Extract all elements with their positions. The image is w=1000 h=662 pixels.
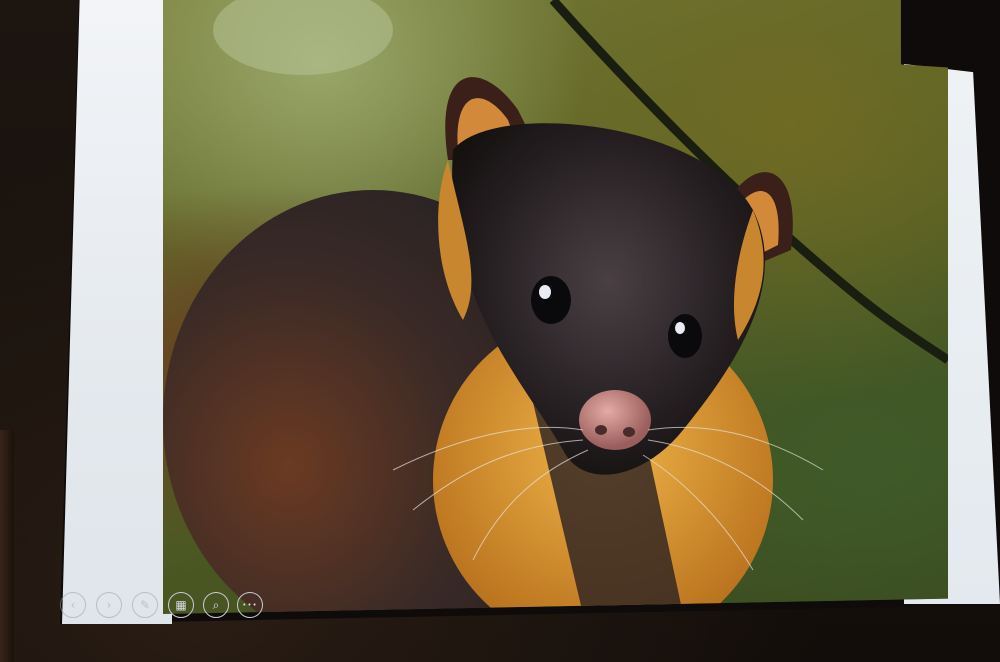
nose xyxy=(579,390,651,450)
more-options-button[interactable]: ••• xyxy=(237,592,263,618)
chevron-right-icon: › xyxy=(106,598,112,612)
right-eye xyxy=(668,314,702,358)
ellipsis-icon: ••• xyxy=(242,600,258,609)
slideshow-controls: ‹ › ✎ ▦ ⌕ ••• xyxy=(60,592,270,622)
pen-icon: ✎ xyxy=(139,598,151,612)
pen-tool-button[interactable]: ✎ xyxy=(132,592,158,618)
next-slide-button[interactable]: › xyxy=(96,592,122,618)
see-all-slides-button[interactable]: ▦ xyxy=(168,592,194,618)
slide-margin-left xyxy=(62,0,172,624)
leaf-blur xyxy=(213,0,393,75)
left-eye xyxy=(531,276,571,324)
marten-illustration xyxy=(163,0,948,614)
previous-slide-button[interactable]: ‹ xyxy=(60,592,86,618)
slides-grid-icon: ▦ xyxy=(175,598,187,612)
marten-photo xyxy=(163,0,948,614)
chevron-left-icon: ‹ xyxy=(70,598,76,612)
magnifier-icon: ⌕ xyxy=(212,598,220,612)
zoom-button[interactable]: ⌕ xyxy=(203,592,229,618)
wall-edge xyxy=(0,430,14,662)
